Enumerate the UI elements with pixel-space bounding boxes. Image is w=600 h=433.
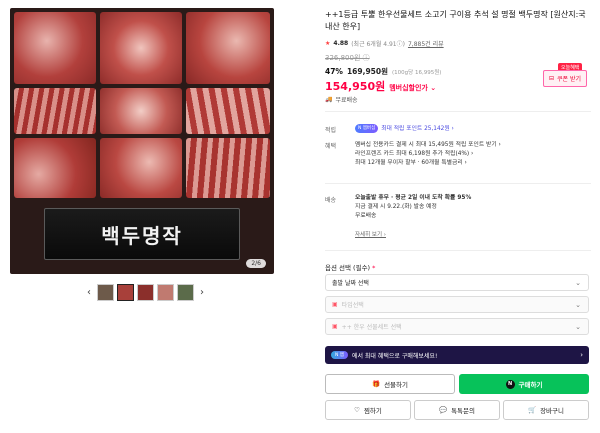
naver-pay-icon: N — [505, 379, 515, 389]
talk-label: 톡톡문의 — [451, 407, 475, 415]
thumbnail-active[interactable] — [117, 284, 134, 301]
rating-score: 4.88 — [333, 40, 349, 47]
card-benefit-line[interactable]: 멤버십 전용카드 결제 시 최대 15,495원 적립 포인트 받기 › — [355, 141, 501, 150]
product-title: ++1등급 투뿔 한우선물세트 소고기 구이용 추석 설 명절 백두명작 [원산… — [325, 10, 586, 31]
thumb-prev-icon[interactable]: ‹ — [84, 287, 94, 298]
truck-icon: 🚚 — [325, 96, 333, 103]
wishlist-label: 찜하기 — [363, 407, 382, 415]
discount-rate: 47% — [325, 67, 343, 76]
thumbnail-strip: ‹ › — [84, 284, 207, 301]
rating-summary: ★ 4.88 (최근 6개월 4.91ⓘ) 7,885건 리뷰 — [325, 39, 444, 48]
review-count-link[interactable]: 7,885건 리뷰 — [408, 39, 444, 48]
sale-price: 169,950원 — [346, 67, 389, 76]
options-title: 옵션 선택 (필수) * — [325, 262, 375, 272]
free-shipping-text: 무료배송 — [335, 97, 358, 104]
meat-icon: ▣ — [332, 323, 338, 330]
app-badge: N 앱 — [331, 351, 348, 359]
chevron-down-icon: ⌄ — [575, 300, 581, 309]
card-benefit-list: 멤버십 전용카드 결제 시 최대 15,495원 적립 포인트 받기 › 라인프… — [355, 141, 501, 168]
coupon-button[interactable]: ⊟ 쿠폰 받기 — [543, 70, 587, 87]
product-gallery: 백두명작 2/6 ‹ › — [10, 8, 274, 308]
gift-button[interactable]: 🎁 선물하기 — [325, 374, 455, 394]
gift-box-icon: ▣ — [332, 301, 338, 308]
member-price-toggle[interactable]: 멤버십할인가 ⌄ — [389, 83, 436, 93]
coupon-icon: ⊟ — [548, 75, 555, 82]
chat-icon: 💬 — [438, 406, 448, 414]
member-price-line: 154,950원 멤버십할인가 ⌄ — [325, 78, 436, 94]
card-benefit-label: 혜택 — [325, 143, 337, 150]
promo-text: 에서 최대 혜택으로 구매해보세요! — [351, 352, 438, 360]
star-icon: ★ — [325, 40, 331, 47]
gift-label: 선물하기 — [384, 381, 408, 389]
select-label: 출발 날짜 선택 — [332, 280, 369, 287]
brand-nameplate: 백두명작 — [44, 208, 240, 260]
cart-label: 장바구니 — [540, 407, 564, 415]
points-text: 최대 적립 포인트 25,142원 › — [381, 126, 454, 132]
thumbnail[interactable] — [177, 284, 194, 301]
nameplate-text: 백두명작 — [101, 223, 183, 248]
type-select[interactable]: ▣ 타입선택 ⌄ — [325, 296, 589, 313]
gift-icon: 🎁 — [371, 380, 381, 388]
select-label: 타입선택 — [341, 302, 364, 309]
cart-icon: 🛒 — [527, 406, 537, 414]
delivery-line: 오늘출발 휴무 · 평균 2일 이내 도착 확률 95% — [355, 195, 472, 201]
heart-icon: ♡ — [354, 406, 360, 414]
card-benefit-line[interactable]: 최대 12개월 무이자 할부 · 60개월 특별금리 › — [355, 159, 501, 168]
thumbnail[interactable] — [97, 284, 114, 301]
discount-line: 47% 169,950원 (100g당 16,995원) — [325, 66, 441, 77]
member-price: 154,950원 — [325, 80, 386, 93]
thumbnail[interactable] — [137, 284, 154, 301]
options-title-text: 옵션 선택 (필수) — [325, 264, 371, 272]
buy-button[interactable]: N 구매하기 — [459, 374, 589, 394]
delivery-line: 지금 결제 시 9.22.(화) 발송 예정 — [355, 204, 437, 210]
main-product-image[interactable]: 백두명작 2/6 — [10, 8, 274, 274]
select-label: ++ 한우 선물세트 선택 — [341, 324, 402, 331]
points-row[interactable]: N 멤버십 최대 적립 포인트 25,142원 › — [355, 124, 454, 134]
thumb-next-icon[interactable]: › — [197, 287, 207, 298]
membership-badge: N 멤버십 — [355, 124, 379, 133]
coupon-label: 쿠폰 받기 — [557, 76, 582, 83]
card-benefit-line[interactable]: 라인프렌즈 카드 최대 6,198원 추가 적립(4%) › — [355, 150, 501, 159]
divider — [325, 111, 591, 112]
gift-set-select[interactable]: ▣ ++ 한우 선물세트 선택 ⌄ — [325, 318, 589, 335]
free-shipping-note: 🚚 무료배송 — [325, 95, 358, 104]
points-label: 적립 — [325, 127, 337, 134]
app-promo-banner[interactable]: N 앱 에서 최대 혜택으로 구매해보세요! › — [325, 346, 589, 364]
unit-price: (100g당 16,995원) — [392, 70, 442, 76]
buy-label: 구매하기 — [518, 381, 543, 389]
chevron-down-icon: ⌄ — [575, 278, 581, 287]
chevron-right-icon: › — [580, 351, 583, 359]
divider — [325, 183, 591, 184]
rating-recent: (최근 6개월 4.91ⓘ) — [351, 41, 405, 48]
divider — [325, 250, 591, 251]
delivery-line: 무료배송 — [355, 213, 377, 219]
delivery-label: 배송 — [325, 197, 337, 204]
departure-date-select[interactable]: 출발 날짜 선택 ⌄ — [325, 274, 589, 291]
image-counter: 2/6 — [246, 259, 266, 268]
chevron-down-icon: ⌄ — [575, 322, 581, 331]
talk-inquiry-button[interactable]: 💬 톡톡문의 — [414, 400, 500, 420]
delivery-more-link[interactable]: 자세히 보기 › — [355, 230, 386, 238]
wishlist-button[interactable]: ♡ 찜하기 — [325, 400, 411, 420]
required-mark: * — [372, 264, 376, 272]
thumbnail[interactable] — [157, 284, 174, 301]
original-price: 326,800원 ⓘ — [325, 54, 370, 62]
cart-button[interactable]: 🛒 장바구니 — [503, 400, 589, 420]
delivery-info: 오늘출발 휴무 · 평균 2일 이내 도착 확률 95% 지금 결제 시 9.2… — [355, 194, 471, 221]
